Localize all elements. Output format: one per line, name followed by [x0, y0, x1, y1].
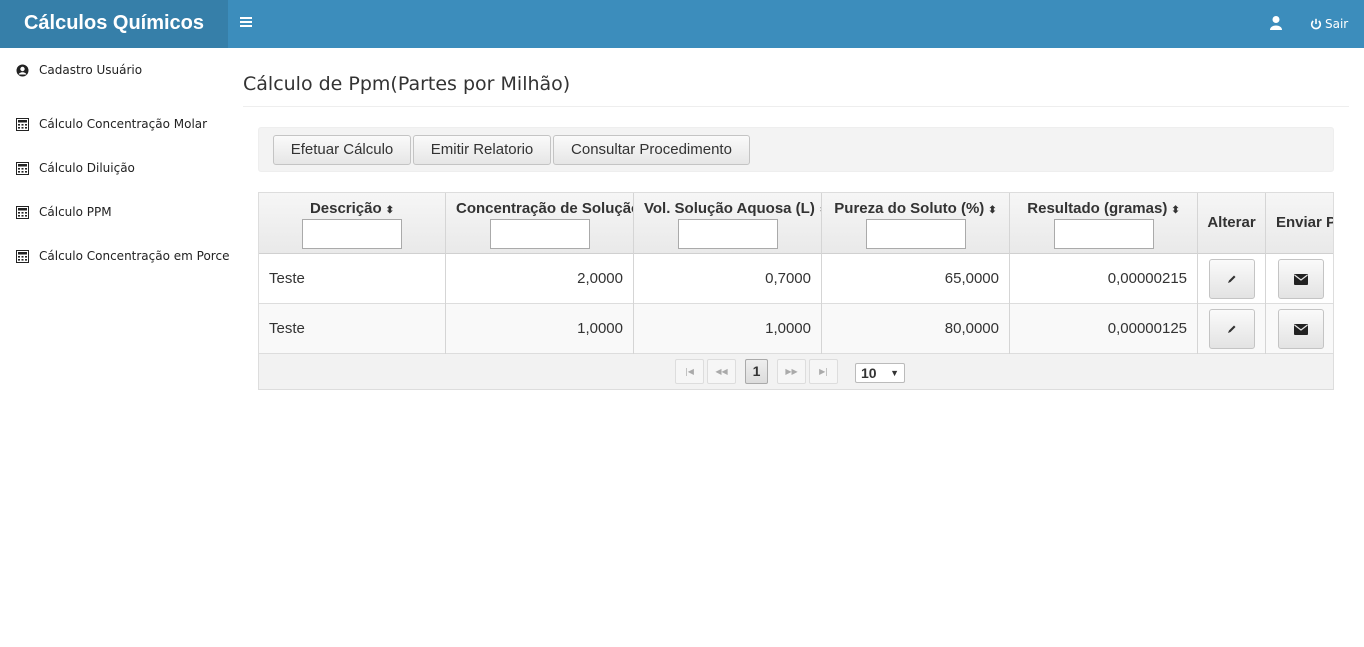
page-title: Cálculo de Ppm(Partes por Milhão): [243, 73, 571, 95]
envelope-icon: [1293, 323, 1308, 335]
column-label: Enviar Por Email: [1276, 214, 1333, 231]
column-label: Alterar: [1207, 214, 1256, 231]
sidebar-item-concentracao-porcentagem[interactable]: Cálculo Concentração em Porcentagem: [16, 246, 230, 266]
cell-alterar: [1198, 254, 1266, 304]
calculator-icon: [16, 249, 29, 263]
edit-button[interactable]: [1208, 309, 1255, 349]
filter-pureza-input[interactable]: [865, 219, 966, 249]
cell-resultado: 0,00000215: [1010, 254, 1198, 304]
top-navbar: Cálculos Químicos Sair: [0, 0, 1364, 48]
efetuar-calculo-button[interactable]: Efetuar Cálculo: [273, 135, 411, 165]
column-header-volume[interactable]: Vol. Solução Aquosa (L)⬍: [634, 193, 822, 254]
filter-resultado-input[interactable]: [1053, 219, 1154, 249]
edit-button[interactable]: [1208, 259, 1255, 299]
rows-per-page-value: 10: [861, 365, 877, 381]
sidebar-item-label: Cálculo Concentração Molar: [39, 117, 208, 131]
caret-down-icon: ▼: [890, 368, 899, 378]
cell-enviar: [1266, 254, 1333, 304]
next-page-icon[interactable]: ▶▶: [777, 359, 806, 384]
data-table: Descrição⬍ Concentração de Solução⬍ Vol.…: [258, 192, 1334, 390]
sidebar-item-label: Cálculo Concentração em Porcentagem: [39, 249, 230, 263]
last-page-icon[interactable]: ▶|: [809, 359, 838, 384]
consultar-procedimento-button[interactable]: Consultar Procedimento: [553, 135, 750, 165]
logout-label: Sair: [1325, 17, 1349, 31]
cell-concentracao: 2,0000: [446, 254, 634, 304]
cell-alterar: [1198, 304, 1266, 354]
column-header-enviar: Enviar Por Email: [1266, 193, 1333, 254]
column-header-alterar: Alterar: [1198, 193, 1266, 254]
table-row: Teste 1,0000 1,0000 80,0000 0,00000125: [259, 304, 1333, 354]
column-header-descricao[interactable]: Descrição ⬍: [259, 193, 446, 254]
user-circle-icon: [16, 64, 29, 76]
column-label: Pureza do Soluto (%): [834, 200, 985, 217]
page-number[interactable]: 1: [745, 359, 768, 384]
title-divider: [243, 106, 1349, 107]
envelope-icon: [1293, 273, 1308, 285]
sidebar-item-label: Cálculo PPM: [39, 205, 112, 219]
cell-descricao: Teste: [259, 304, 446, 354]
first-page-icon[interactable]: |◀: [675, 359, 704, 384]
cell-concentracao: 1,0000: [446, 304, 634, 354]
cell-resultado: 0,00000125: [1010, 304, 1198, 354]
prev-page-icon[interactable]: ◀◀: [707, 359, 736, 384]
cell-pureza: 65,0000: [822, 254, 1010, 304]
cell-enviar: [1266, 304, 1333, 354]
filter-concentracao-input[interactable]: [489, 219, 590, 249]
logout-button[interactable]: Sair: [1310, 14, 1348, 34]
sidebar-item-ppm[interactable]: Cálculo PPM: [16, 202, 230, 222]
sort-icon[interactable]: ⬍: [1171, 205, 1179, 216]
column-label: Vol. Solução Aquosa (L): [644, 200, 815, 217]
sort-icon[interactable]: ⬍: [988, 205, 996, 216]
calculator-icon: [16, 117, 29, 131]
emitir-relatorio-button[interactable]: Emitir Relatorio: [413, 135, 551, 165]
filter-volume-input[interactable]: [677, 219, 778, 249]
sidebar-item-label: Cálculo Diluição: [39, 161, 135, 175]
user-icon[interactable]: [1269, 15, 1283, 31]
paginator: |◀ ◀◀ 1 ▶▶ ▶| 10 ▼: [259, 354, 1333, 389]
column-header-pureza[interactable]: Pureza do Soluto (%) ⬍: [822, 193, 1010, 254]
calculator-icon: [16, 161, 29, 175]
sidebar-item-concentracao-molar[interactable]: Cálculo Concentração Molar: [16, 114, 230, 134]
calculator-icon: [16, 205, 29, 219]
app-brand[interactable]: Cálculos Químicos: [0, 0, 228, 48]
cell-volume: 1,0000: [634, 304, 822, 354]
rows-per-page-select[interactable]: 10 ▼: [855, 363, 905, 383]
send-email-button[interactable]: [1277, 259, 1324, 299]
sidebar-item-diluicao[interactable]: Cálculo Diluição: [16, 158, 230, 178]
table-row: Teste 2,0000 0,7000 65,0000 0,00000215: [259, 254, 1333, 304]
cell-descricao: Teste: [259, 254, 446, 304]
sort-icon[interactable]: ⬍: [386, 205, 394, 216]
column-label: Resultado (gramas): [1027, 200, 1168, 217]
cell-pureza: 80,0000: [822, 304, 1010, 354]
column-label: Concentração de Solução: [456, 200, 634, 217]
pencil-icon: [1227, 275, 1235, 283]
column-label: Descrição: [309, 200, 382, 217]
filter-descricao-input[interactable]: [302, 219, 402, 249]
hamburger-icon[interactable]: [240, 15, 258, 33]
column-header-concentracao[interactable]: Concentração de Solução⬍: [446, 193, 634, 254]
sidebar-item-label: Cadastro Usuário: [39, 63, 143, 77]
sidebar-item-cadastro-usuario[interactable]: Cadastro Usuário: [16, 60, 230, 80]
cell-volume: 0,7000: [634, 254, 822, 304]
send-email-button[interactable]: [1277, 309, 1324, 349]
power-icon: [1310, 18, 1322, 30]
column-header-resultado[interactable]: Resultado (gramas) ⬍: [1010, 193, 1198, 254]
action-toolbar: Efetuar Cálculo Emitir Relatorio Consult…: [258, 127, 1334, 172]
pencil-icon: [1227, 325, 1235, 333]
